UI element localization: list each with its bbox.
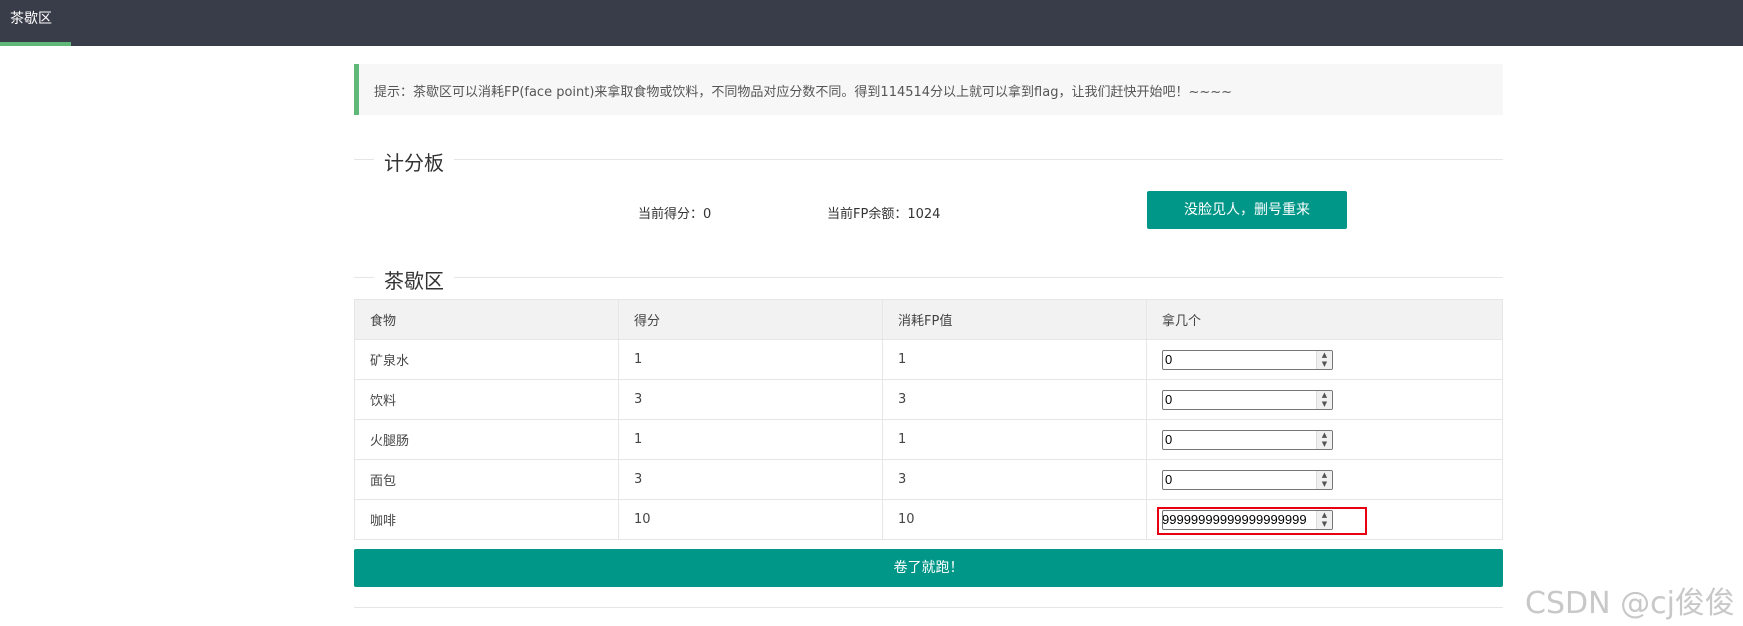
submit-button[interactable]: 卷了就跑！ — [354, 549, 1503, 587]
food-score: 1 — [618, 339, 883, 380]
food-table: 食物 得分 消耗FP值 拿几个 矿泉水 1 1 0 ▲ ▼ 饮料 3 3 0 ▲… — [354, 299, 1503, 540]
quantity-cell: 0 ▲ ▼ — [1146, 459, 1503, 500]
table-row: 矿泉水 1 1 0 ▲ ▼ — [354, 339, 1503, 380]
quantity-value: 0 — [1165, 351, 1173, 367]
reset-account-button[interactable]: 没脸见人，删号重来 — [1147, 191, 1347, 229]
top-navbar: 茶歇区 — [0, 0, 1743, 46]
quantity-input[interactable]: 0 ▲ ▼ — [1162, 349, 1333, 370]
quantity-cell: 0 ▲ ▼ — [1146, 339, 1503, 380]
food-name: 矿泉水 — [354, 339, 619, 380]
table-row: 咖啡 10 10 99999999999999999999 ▲ ▼ — [354, 499, 1503, 540]
food-name: 面包 — [354, 459, 619, 500]
current-score: 当前得分：0 — [638, 207, 712, 222]
current-fp-balance: 当前FP余额：1024 — [827, 207, 941, 222]
food-score: 3 — [618, 459, 883, 500]
quantity-cell: 0 ▲ ▼ — [1146, 419, 1503, 460]
tip-box: 提示：茶歇区可以消耗FP(face point)来拿取食物或饮料，不同物品对应分… — [354, 64, 1503, 115]
spinner-arrows-icon[interactable]: ▲ ▼ — [1316, 430, 1332, 449]
nav-active-indicator — [0, 42, 71, 46]
quantity-input[interactable]: 0 ▲ ▼ — [1162, 469, 1333, 490]
header-food: 食物 — [354, 299, 619, 340]
food-fp-cost: 1 — [882, 419, 1147, 460]
bottom-divider — [354, 607, 1503, 608]
csdn-watermark: CSDN @cj俊俊 — [1525, 586, 1735, 621]
tea-break-legend: 茶歇区 — [374, 265, 454, 294]
quantity-cell: 0 ▲ ▼ — [1146, 379, 1503, 420]
scoreboard-fieldset: 计分板 — [354, 147, 1503, 176]
food-fp-cost: 3 — [882, 379, 1147, 420]
quantity-value: 0 — [1165, 471, 1173, 487]
nav-tab-tea-break[interactable]: 茶歇区 — [0, 0, 71, 46]
tea-break-divider — [354, 277, 1503, 278]
table-row: 面包 3 3 0 ▲ ▼ — [354, 459, 1503, 500]
scoreboard-legend: 计分板 — [374, 147, 454, 176]
quantity-value: 0 — [1165, 431, 1173, 447]
table-row: 饮料 3 3 0 ▲ ▼ — [354, 379, 1503, 420]
food-fp-cost: 3 — [882, 459, 1147, 500]
food-score: 3 — [618, 379, 883, 420]
quantity-value: 0 — [1165, 391, 1173, 407]
spinner-arrows-icon[interactable]: ▲ ▼ — [1316, 390, 1332, 409]
quantity-input[interactable]: 0 ▲ ▼ — [1162, 389, 1333, 410]
food-name: 火腿肠 — [354, 419, 619, 460]
food-name: 咖啡 — [354, 499, 619, 540]
tea-break-fieldset: 茶歇区 — [354, 265, 1503, 294]
header-quantity: 拿几个 — [1146, 299, 1503, 340]
header-score: 得分 — [618, 299, 883, 340]
spinner-arrows-icon[interactable]: ▲ ▼ — [1316, 470, 1332, 489]
quantity-cell: 99999999999999999999 ▲ ▼ — [1146, 499, 1503, 540]
food-score: 1 — [618, 419, 883, 460]
scoreboard-divider — [354, 159, 1503, 160]
food-name: 饮料 — [354, 379, 619, 420]
food-score: 10 — [618, 499, 883, 540]
quantity-input[interactable]: 0 ▲ ▼ — [1162, 429, 1333, 450]
red-highlight-box — [1157, 507, 1367, 535]
food-fp-cost: 10 — [882, 499, 1147, 540]
tip-text: 提示：茶歇区可以消耗FP(face point)来拿取食物或饮料，不同物品对应分… — [374, 85, 1233, 100]
food-fp-cost: 1 — [882, 339, 1147, 380]
table-row: 火腿肠 1 1 0 ▲ ▼ — [354, 419, 1503, 460]
nav-tab-label: 茶歇区 — [10, 11, 52, 27]
header-fp-cost: 消耗FP值 — [882, 299, 1147, 340]
table-header-row: 食物 得分 消耗FP值 拿几个 — [354, 299, 1503, 340]
spinner-arrows-icon[interactable]: ▲ ▼ — [1316, 350, 1332, 369]
